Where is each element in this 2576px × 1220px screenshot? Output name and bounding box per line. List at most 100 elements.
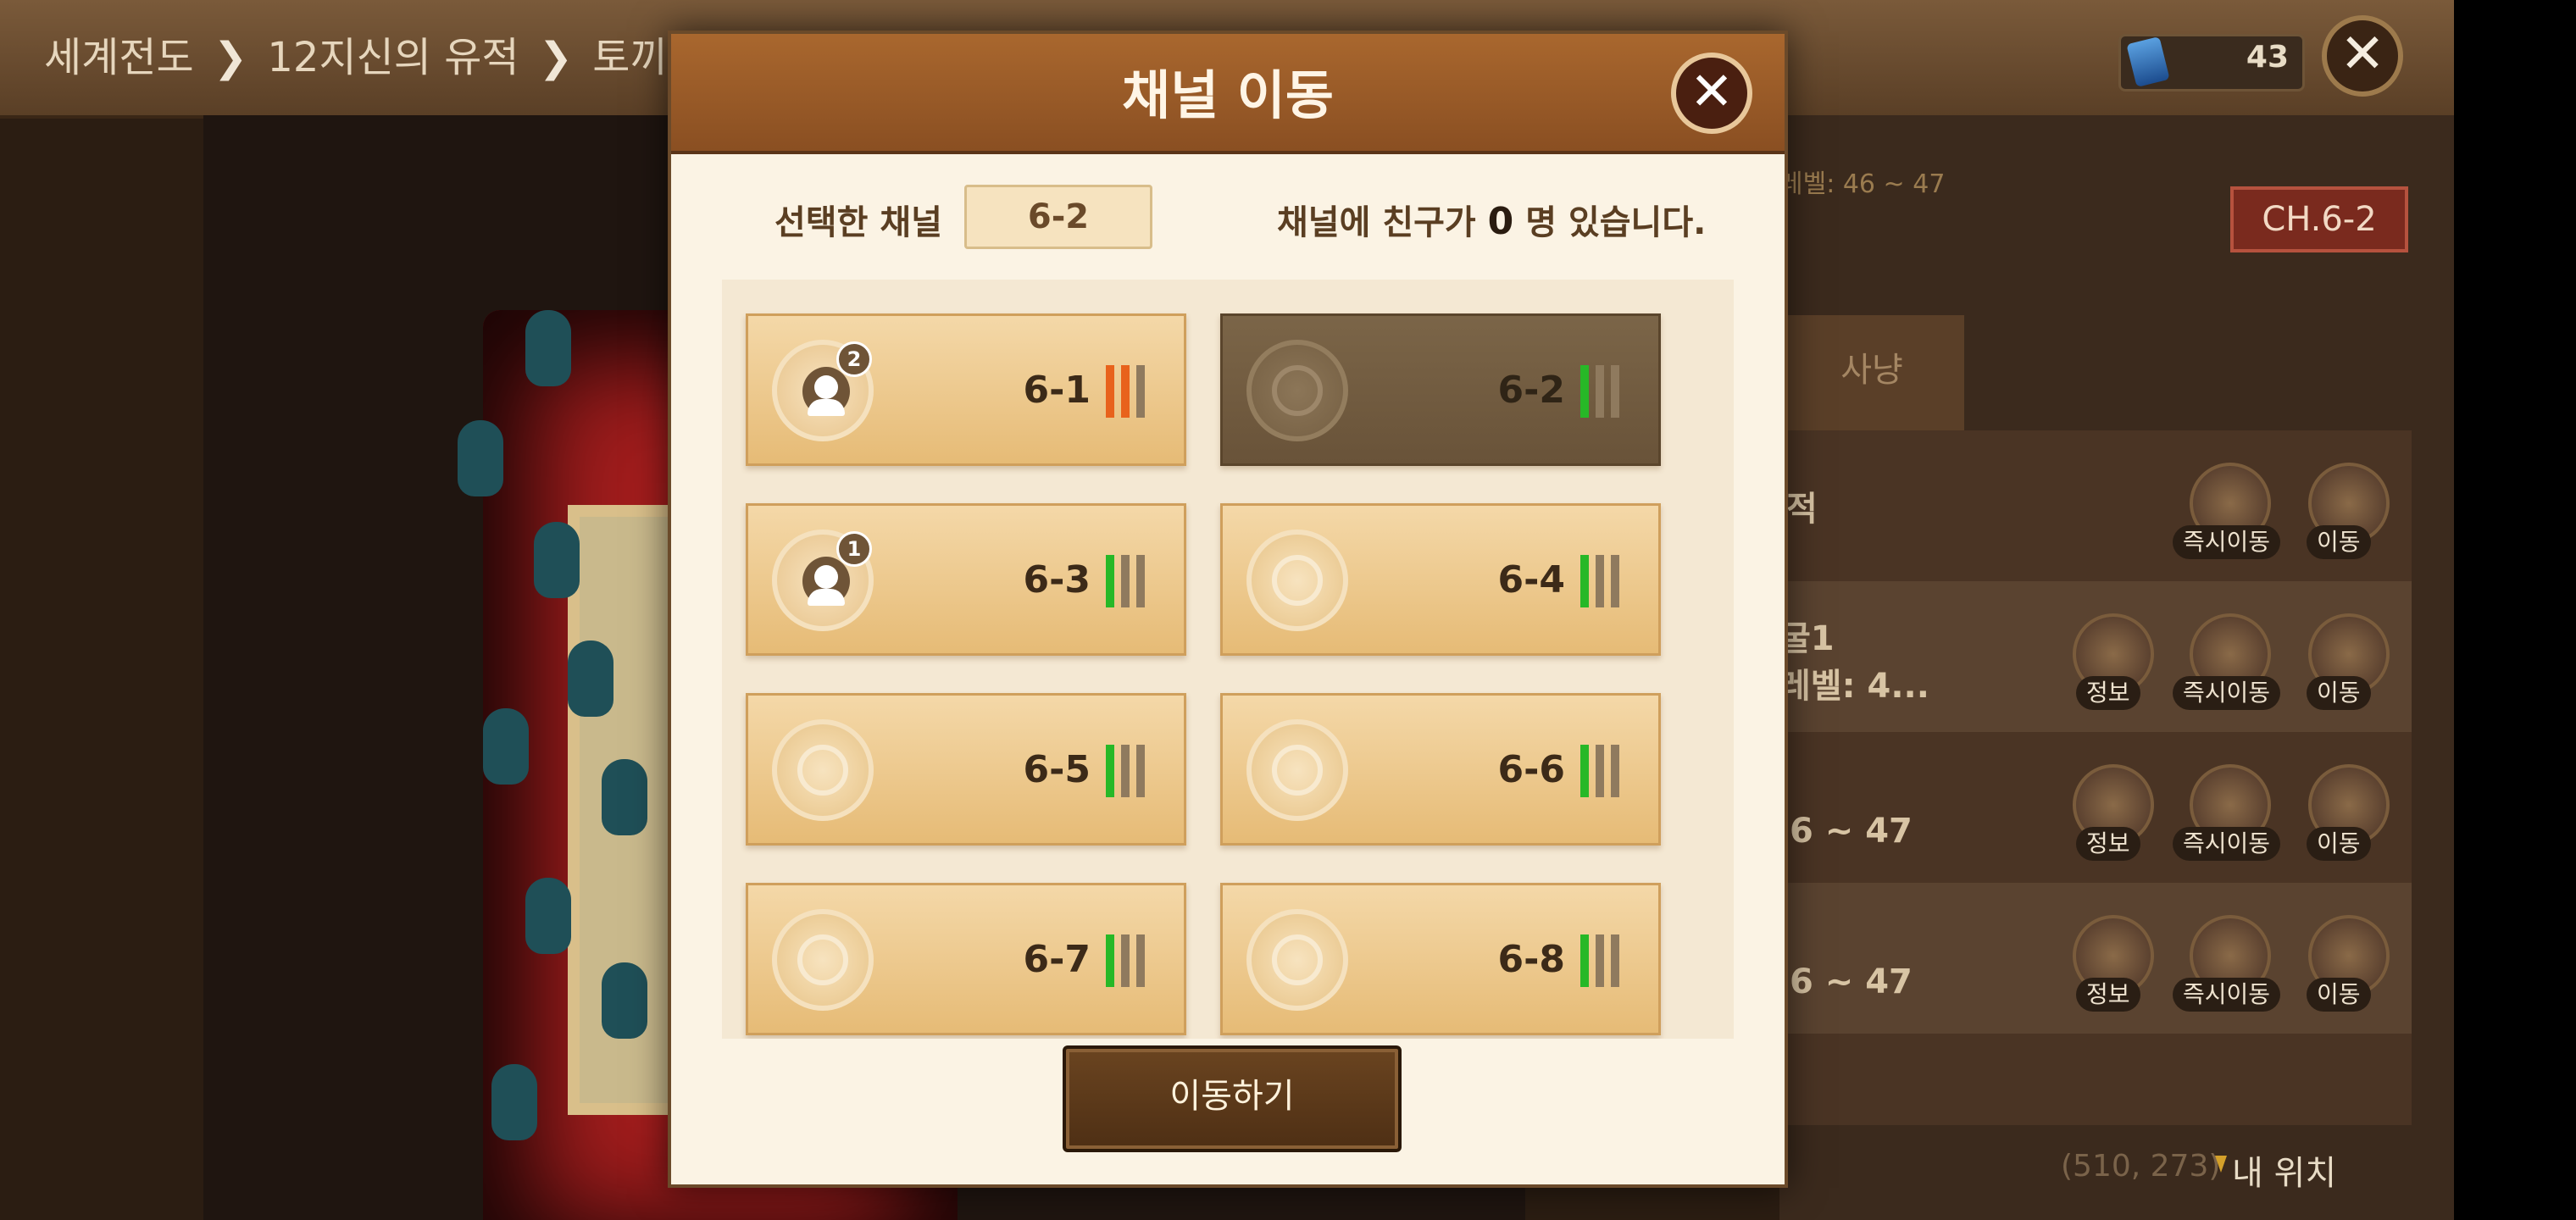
person-icon	[802, 367, 850, 416]
teleport-scroll-icon	[2126, 36, 2170, 88]
channel-load-indicator	[1580, 555, 1626, 607]
load-bar	[1596, 365, 1604, 418]
channel-card[interactable]: 6-6	[1220, 693, 1661, 846]
my-position-button[interactable]: 내 위치	[2232, 1145, 2336, 1195]
channel-list[interactable]: 2 6-1 6-2 1 6-3 6-4 6-5 6-6 6-7 6-8	[722, 280, 1734, 1039]
load-bar	[1611, 745, 1619, 797]
chevron-right-icon: ❯	[213, 34, 248, 81]
close-icon[interactable]: ✕	[1671, 53, 1752, 134]
load-bar	[1611, 555, 1619, 607]
load-bar	[1580, 555, 1589, 607]
current-channel-badge[interactable]: CH.6-2	[2230, 186, 2408, 252]
list-item[interactable]: 6 ~ 47 정보 즉시이동 이동	[1779, 883, 2412, 1034]
tab-hunt[interactable]: 사냥	[1779, 315, 1964, 430]
channel-load-indicator	[1106, 365, 1152, 418]
list-item[interactable]: 굴1 레벨: 4... 정보 즉시이동 이동	[1779, 581, 2412, 732]
tree-icon	[602, 962, 647, 1039]
load-bar	[1106, 934, 1114, 987]
load-bar	[1611, 365, 1619, 418]
breadcrumb-world-map[interactable]: 세계전도	[44, 34, 194, 81]
channel-name: 6-7	[1023, 938, 1091, 981]
close-icon[interactable]: ✕	[2322, 15, 2403, 97]
row-label: 6 ~ 47	[1790, 962, 1913, 1001]
tree-icon	[483, 708, 529, 785]
move-label: 이동	[2307, 525, 2371, 559]
channel-emblem-icon	[1246, 719, 1348, 821]
selected-channel-label: 선택한 채널	[774, 203, 942, 242]
chevron-right-icon: ❯	[538, 34, 574, 81]
tree-icon	[568, 640, 613, 717]
friend-count: 0	[1487, 200, 1514, 243]
channel-name: 6-1	[1023, 369, 1091, 412]
load-bar	[1121, 745, 1130, 797]
tree-icon	[534, 522, 580, 598]
list-item[interactable]: 적 즉시이동 이동	[1779, 430, 2412, 581]
tree-icon	[602, 759, 647, 835]
friend-count-info: 채널에 친구가 0 명 있습니다.	[1277, 195, 1706, 244]
tree-icon	[458, 420, 503, 496]
channel-emblem-icon	[1246, 909, 1348, 1011]
dialog-title: 채널 이동	[1122, 64, 1334, 126]
currency-value: 43	[2246, 40, 2289, 75]
info-label: 정보	[2076, 827, 2140, 861]
person-head	[814, 565, 838, 589]
channel-name: 6-5	[1023, 748, 1091, 791]
friend-count-badge: 1	[836, 531, 872, 567]
friend-info-suffix: 명 있습니다.	[1525, 203, 1707, 242]
channel-card[interactable]: 2 6-1	[746, 313, 1186, 466]
instant-move-label: 즉시이동	[2173, 676, 2281, 710]
load-bar	[1580, 365, 1589, 418]
instant-move-label: 즉시이동	[2173, 525, 2281, 559]
channel-load-indicator	[1106, 745, 1152, 797]
load-bar	[1121, 555, 1130, 607]
load-bar	[1121, 365, 1130, 418]
channel-emblem-icon	[772, 719, 874, 821]
row-label: 6 ~ 47	[1790, 812, 1913, 851]
channel-load-indicator	[1106, 555, 1152, 607]
breadcrumb-ruins[interactable]: 12지신의 유적	[267, 34, 519, 81]
channel-card[interactable]: 1 6-3	[746, 503, 1186, 656]
load-bar	[1596, 555, 1604, 607]
row-label: 적	[1786, 490, 1818, 529]
channel-move-dialog: 채널 이동 ✕ 선택한 채널 6-2 채널에 친구가 0 명 있습니다. 2 6-…	[668, 30, 1788, 1188]
channel-load-indicator	[1580, 365, 1626, 418]
channel-name: 6-8	[1497, 938, 1566, 981]
load-bar	[1106, 745, 1114, 797]
move-label: 이동	[2307, 978, 2371, 1012]
breadcrumb: 세계전도 ❯ 12지신의 유적 ❯ 토끼의	[44, 24, 712, 83]
load-bar	[1136, 745, 1145, 797]
channel-card[interactable]: 6-8	[1220, 883, 1661, 1035]
currency-counter: 43	[2118, 34, 2305, 92]
coordinates: (510, 273)	[2061, 1149, 2221, 1184]
channel-load-indicator	[1580, 745, 1626, 797]
emblem-ring	[1272, 365, 1323, 416]
list-item[interactable]: 6 ~ 47 정보 즉시이동 이동	[1779, 732, 2412, 883]
info-label: 정보	[2076, 978, 2140, 1012]
friend-count-badge: 2	[836, 341, 872, 377]
channel-name: 6-4	[1497, 558, 1566, 602]
emblem-ring	[1272, 745, 1323, 796]
load-bar	[1580, 934, 1589, 987]
channel-emblem-icon	[1246, 530, 1348, 631]
channel-load-indicator	[1106, 934, 1152, 987]
load-bar	[1580, 745, 1589, 797]
tree-icon	[525, 878, 571, 954]
emblem-ring	[797, 934, 848, 985]
load-bar	[1596, 745, 1604, 797]
info-label: 정보	[2076, 676, 2140, 710]
move-label: 이동	[2307, 827, 2371, 861]
tree-icon	[491, 1064, 537, 1140]
channel-name: 6-3	[1023, 558, 1091, 602]
load-bar	[1596, 934, 1604, 987]
move-button[interactable]: 이동하기	[1063, 1045, 1402, 1152]
channel-emblem-icon	[1246, 340, 1348, 441]
channel-card[interactable]: 6-5	[746, 693, 1186, 846]
channel-card[interactable]: 6-2	[1220, 313, 1661, 466]
channel-card[interactable]: 6-4	[1220, 503, 1661, 656]
channel-name: 6-6	[1497, 748, 1566, 791]
channel-card[interactable]: 6-7	[746, 883, 1186, 1035]
load-bar	[1136, 365, 1145, 418]
level-range: 레벨: 46 ~ 47	[1779, 169, 1946, 199]
person-body	[808, 399, 845, 416]
load-bar	[1106, 365, 1114, 418]
